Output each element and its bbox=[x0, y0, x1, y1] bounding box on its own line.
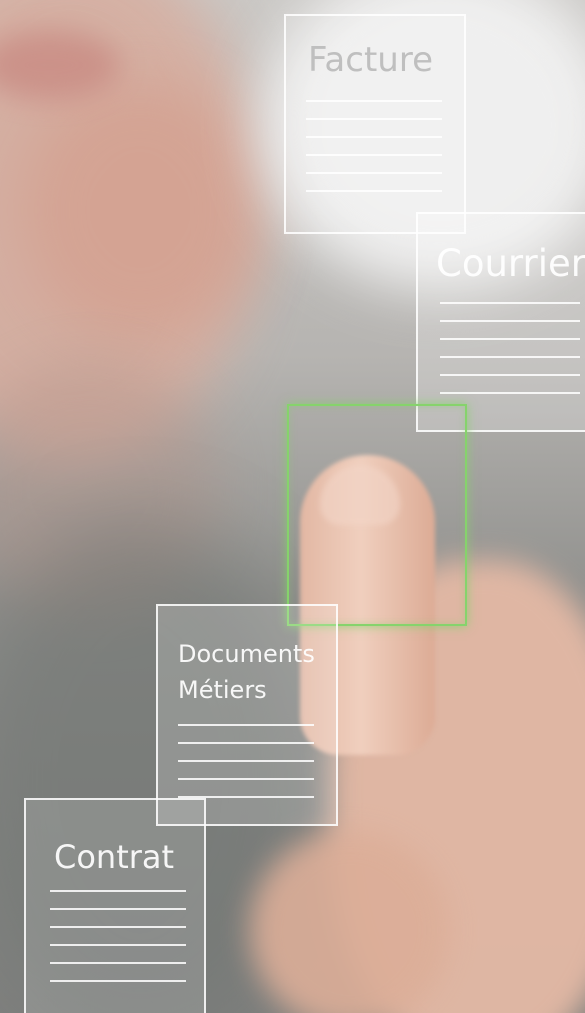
text-line bbox=[306, 118, 442, 120]
text-line bbox=[440, 338, 580, 340]
document-title-line1: Documents bbox=[178, 640, 315, 668]
document-title-contrat: Contrat bbox=[54, 838, 175, 876]
text-line bbox=[178, 724, 314, 726]
text-line bbox=[50, 944, 186, 946]
photo-scene: Facture Courrier Documents Métiers Contr… bbox=[0, 0, 585, 1013]
document-card-facture[interactable]: Facture bbox=[284, 14, 466, 234]
text-line bbox=[440, 302, 580, 304]
text-line bbox=[440, 392, 580, 394]
text-line bbox=[440, 374, 580, 376]
text-line bbox=[306, 190, 442, 192]
text-line bbox=[178, 742, 314, 744]
selected-document-frame[interactable] bbox=[287, 404, 467, 626]
text-line bbox=[440, 320, 580, 322]
text-line bbox=[306, 100, 442, 102]
document-card-contrat[interactable]: Contrat bbox=[24, 798, 206, 1013]
text-line bbox=[178, 778, 314, 780]
text-line bbox=[306, 172, 442, 174]
text-line bbox=[306, 154, 442, 156]
text-line bbox=[440, 356, 580, 358]
blurred-cheek bbox=[20, 80, 260, 340]
document-title-facture: Facture bbox=[308, 40, 433, 80]
text-line bbox=[50, 962, 186, 964]
text-line bbox=[50, 980, 186, 982]
text-line bbox=[50, 908, 186, 910]
text-line bbox=[178, 760, 314, 762]
text-line bbox=[50, 890, 186, 892]
text-line bbox=[306, 136, 442, 138]
document-card-courrier[interactable]: Courrier bbox=[416, 212, 585, 432]
text-line bbox=[50, 926, 186, 928]
document-title-line2: Métiers bbox=[178, 676, 267, 704]
document-title-courrier: Courrier bbox=[436, 242, 585, 285]
document-card-documents-metiers[interactable]: Documents Métiers bbox=[156, 604, 338, 826]
